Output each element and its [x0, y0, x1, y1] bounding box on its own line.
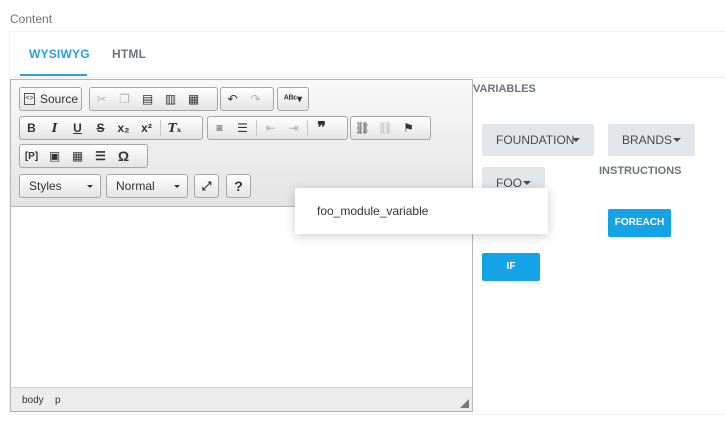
source-button[interactable]: <> Source: [20, 88, 84, 110]
bold-icon[interactable]: B: [20, 117, 43, 139]
anchor-flag-icon[interactable]: ⚑: [397, 117, 420, 139]
active-tab-indicator: [20, 74, 87, 76]
toolbar-group-document: <> Source: [19, 87, 82, 111]
tab-wysiwyg[interactable]: WYSIWYG: [29, 47, 90, 61]
section-label: Content: [10, 12, 53, 26]
elements-path-body[interactable]: body: [22, 395, 44, 406]
unlink-icon[interactable]: ⛓: [374, 117, 397, 139]
link-icon[interactable]: ⛓: [351, 117, 374, 139]
wysiwyg-editor: <> Source ✂ ❐ ▤ ▥ ▦ ↶ ↷ ᴬᴮᶜ▾ B I U S x₂ …: [10, 79, 473, 412]
instructions-title: INSTRUCTIONS: [599, 165, 682, 177]
source-label: Source: [40, 92, 79, 106]
italic-icon[interactable]: I: [43, 117, 66, 139]
help-button[interactable]: ?: [227, 175, 250, 197]
styles-combo[interactable]: Styles: [19, 174, 101, 198]
tab-html[interactable]: HTML: [112, 47, 146, 61]
toolbar-group-links: ⛓ ⛓ ⚑: [350, 116, 431, 140]
brands-dropdown-button[interactable]: BRANDS: [608, 124, 695, 156]
remove-format-icon[interactable]: Tₓ: [163, 117, 186, 139]
toolbar-group-paragraph: ≡ ☰ ⇤ ⇥ ❞: [207, 116, 348, 140]
variables-title: VARIABLES: [473, 83, 536, 95]
foo-dropdown-menu: foo_module_variable: [295, 188, 548, 234]
toolbar-group-undo: ↶ ↷: [220, 87, 274, 111]
toolbar-group-maximize: ⤢: [194, 174, 219, 198]
bulleted-list-icon[interactable]: ☰: [231, 117, 254, 139]
source-icon: <>: [24, 93, 35, 105]
toolbar-group-help: ?: [226, 174, 251, 198]
paste-icon[interactable]: ▤: [136, 88, 159, 110]
if-button[interactable]: IF: [482, 253, 540, 281]
toolbar-group-clipboard: ✂ ❐ ▤ ▥ ▦: [89, 87, 218, 111]
foundation-label: FOUNDATION: [496, 133, 575, 147]
superscript-icon[interactable]: x²: [135, 117, 158, 139]
toolbar-group-spellcheck: ᴬᴮᶜ▾: [277, 87, 309, 111]
indent-icon[interactable]: ⇥: [282, 117, 305, 139]
chevron-down-icon: [572, 138, 580, 142]
copy-icon[interactable]: ❐: [113, 88, 136, 110]
paste-word-icon[interactable]: ▦: [182, 88, 205, 110]
redo-icon[interactable]: ↷: [244, 88, 267, 110]
foundation-dropdown-button[interactable]: FOUNDATION: [482, 124, 594, 156]
chevron-down-icon: [673, 138, 681, 142]
styles-combo-label: Styles: [29, 179, 62, 193]
chevron-down-icon: [174, 185, 180, 188]
format-combo[interactable]: Normal: [106, 174, 188, 198]
toolbar-group-basicstyles: B I U S x₂ x² Tₓ: [19, 116, 203, 140]
table-icon[interactable]: ▦: [66, 145, 89, 167]
spellcheck-icon[interactable]: ᴬᴮᶜ▾: [278, 88, 308, 110]
chevron-down-icon: [523, 181, 531, 185]
numbered-list-icon[interactable]: ≡: [208, 117, 231, 139]
resize-handle-icon[interactable]: [460, 399, 469, 408]
editor-statusbar: body p: [11, 387, 472, 411]
foreach-button[interactable]: FOREACH: [608, 209, 671, 237]
subscript-icon[interactable]: x₂: [112, 117, 135, 139]
format-combo-label: Normal: [116, 179, 155, 193]
underline-icon[interactable]: U: [66, 117, 89, 139]
outdent-icon[interactable]: ⇤: [259, 117, 282, 139]
placeholder-icon[interactable]: [P]: [20, 145, 43, 167]
strikethrough-icon[interactable]: S: [89, 117, 112, 139]
chevron-down-icon: [87, 185, 93, 188]
horizontal-line-icon[interactable]: ☰: [89, 145, 112, 167]
special-char-icon[interactable]: Ω: [112, 145, 135, 167]
paste-text-icon[interactable]: ▥: [159, 88, 182, 110]
toolbar-group-insert: [P] ▣ ▦ ☰ Ω: [19, 144, 148, 168]
cut-icon[interactable]: ✂: [90, 88, 113, 110]
toolbar-separator: [160, 120, 161, 136]
brands-label: BRANDS: [622, 133, 673, 147]
toolbar-separator: [307, 120, 308, 136]
image-icon[interactable]: ▣: [43, 145, 66, 167]
editor-tabs: WYSIWYG HTML: [10, 32, 725, 78]
undo-icon[interactable]: ↶: [221, 88, 244, 110]
toolbar-separator: [256, 120, 257, 136]
maximize-icon[interactable]: ⤢: [195, 175, 218, 197]
blockquote-icon[interactable]: ❞: [310, 117, 333, 139]
elements-path-p[interactable]: p: [55, 395, 61, 406]
dropdown-item-foo-module-variable[interactable]: foo_module_variable: [317, 204, 428, 218]
